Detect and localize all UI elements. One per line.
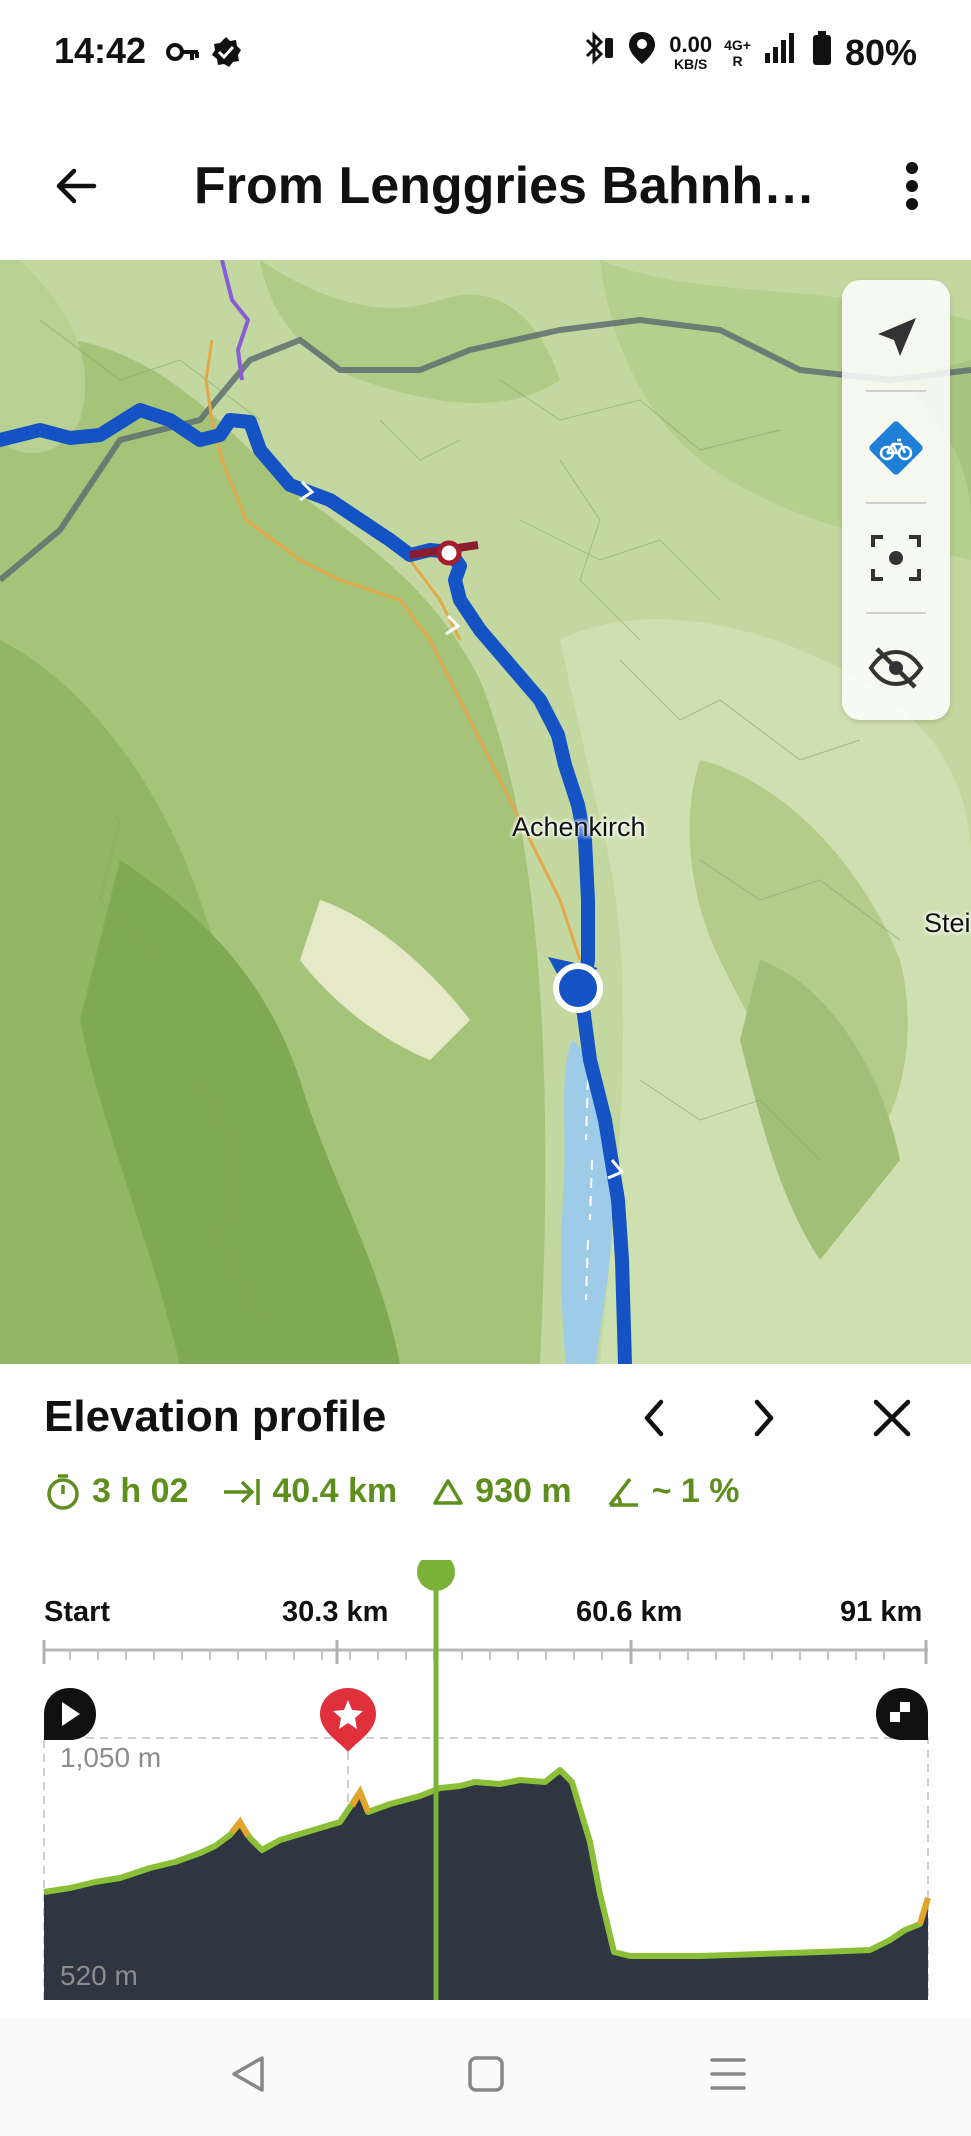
stat-gradient: ~ 1 %	[606, 1472, 740, 1511]
menu-lines-icon	[710, 2058, 746, 2090]
gradient-angle-icon	[608, 1477, 638, 1507]
elevation-max-label: 1,050 m	[60, 1742, 162, 1773]
focus-route-button[interactable]	[842, 504, 950, 612]
stat-distance: 40.4 km	[222, 1472, 397, 1511]
stat-distance-value: 40.4 km	[272, 1472, 398, 1510]
start-marker-icon	[44, 1688, 96, 1740]
map-controls	[842, 280, 950, 720]
status-right: 0.00 KB/S 4G+ R 80%	[581, 30, 917, 75]
close-icon	[873, 1399, 911, 1437]
highlight-star-marker-icon	[320, 1688, 376, 1752]
locate-button[interactable]	[842, 284, 950, 392]
next-button[interactable]	[734, 1388, 794, 1448]
more-options-button[interactable]	[880, 150, 944, 222]
map-label-town-edge: Stei	[924, 908, 971, 938]
hide-overlay-button[interactable]	[842, 614, 950, 722]
activity-bike-button[interactable]	[842, 394, 950, 502]
distance-arrow-icon	[224, 1478, 261, 1505]
nav-home-button[interactable]	[466, 2054, 506, 2099]
stat-ascent: 930 m	[431, 1472, 572, 1511]
battery-icon	[811, 30, 833, 75]
eye-off-icon	[868, 647, 924, 689]
chevron-left-icon	[644, 1399, 664, 1437]
finish-flag-marker-icon	[876, 1688, 928, 1740]
stat-ascent-value: 930 m	[475, 1472, 572, 1510]
more-vertical-icon	[906, 162, 918, 210]
page-title: From Lenggries Bahnhof…	[194, 157, 834, 215]
nav-recents-button[interactable]	[706, 2054, 750, 2099]
stat-duration: 3 h 02	[44, 1472, 188, 1511]
chevron-right-icon	[754, 1399, 774, 1437]
key-icon	[166, 38, 200, 71]
map-canvas[interactable]	[0, 260, 971, 1364]
elevation-min-label: 520 m	[60, 1960, 138, 1991]
stopwatch-icon	[47, 1473, 79, 1510]
network-speed: 0.00 KB/S	[669, 31, 713, 72]
bike-icon	[869, 421, 923, 475]
focus-frame-icon	[871, 535, 921, 581]
map-label-town: Achenkirch	[512, 812, 646, 842]
bluetooth-icon	[581, 30, 615, 75]
previous-button[interactable]	[624, 1388, 684, 1448]
signal-icon	[763, 31, 799, 74]
verified-shield-icon	[208, 34, 244, 75]
sheet-title: Elevation profile	[44, 1392, 387, 1441]
ascent-icon	[433, 1478, 463, 1505]
map-view[interactable]: Achenkirch Stei	[0, 260, 971, 1364]
elevation-chart[interactable]	[0, 1560, 971, 2000]
location-icon	[627, 30, 657, 75]
network-type: 4G+ R	[724, 36, 751, 69]
back-button[interactable]	[40, 150, 112, 222]
stat-gradient-value: ~ 1 %	[651, 1472, 740, 1510]
status-time: 14:42	[54, 30, 147, 71]
close-button[interactable]	[862, 1388, 922, 1448]
square-home-icon	[468, 2056, 504, 2092]
stat-duration-value: 3 h 02	[92, 1472, 189, 1510]
route-stats: 3 h 02 40.4 km 930 m ~ 1 %	[44, 1472, 739, 1511]
arrow-left-icon	[56, 168, 97, 204]
triangle-back-icon	[232, 2056, 264, 2092]
navigation-arrow-icon	[878, 318, 916, 356]
battery-percent: 80%	[844, 31, 917, 73]
nav-back-button[interactable]	[226, 2052, 270, 2101]
